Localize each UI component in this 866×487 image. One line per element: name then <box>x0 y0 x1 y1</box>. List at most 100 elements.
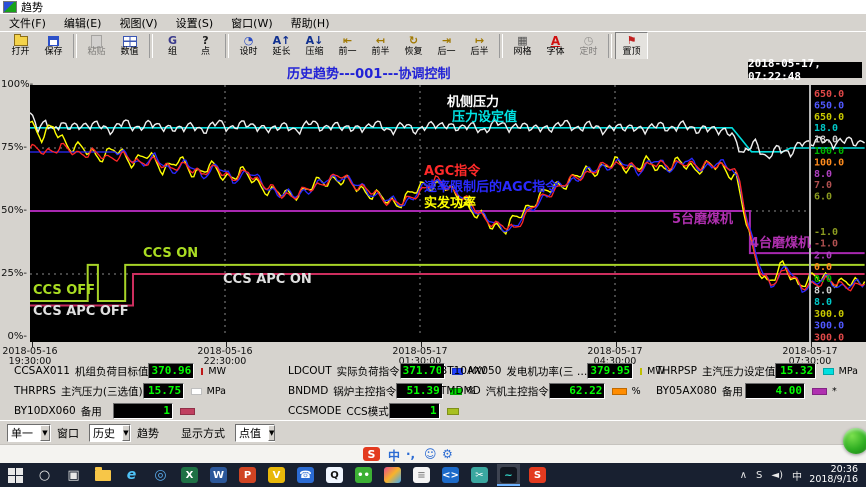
grid-button[interactable]: ▦网格 <box>506 32 539 60</box>
tray-expand-icon[interactable]: ∧ <box>740 470 747 481</box>
right-axis-label: 2.0 <box>814 250 832 261</box>
set-time-icon: ◔ <box>244 35 254 47</box>
compress-icon: A↓ <box>306 35 324 47</box>
v-app-icon[interactable]: V <box>265 464 288 486</box>
toolbar-button-label: 延长 <box>272 47 290 57</box>
right-axis-label: 8.0 <box>814 169 832 180</box>
trend-plot-area[interactable]: 650.0650.0650.018.018.0100.0100.08.07.06… <box>30 85 866 342</box>
chevron-down-icon[interactable]: ▼ <box>40 425 50 441</box>
group-button[interactable]: G组 <box>156 32 189 60</box>
code-app-icon[interactable]: <> <box>439 464 462 486</box>
trend-app-icon[interactable]: ~ <box>497 464 520 486</box>
point-value: 379.95 <box>587 363 633 379</box>
display-mode-dropdown[interactable]: 点值 ▼ <box>235 424 275 442</box>
toolbar-button-label: 数值 <box>120 47 138 57</box>
powerpoint-icon[interactable]: P <box>236 464 259 486</box>
system-tray: ∧ S ◄) 中 <box>740 463 802 487</box>
series-color-swatch <box>447 408 460 415</box>
tray-input-icon[interactable]: 中 <box>792 468 802 483</box>
next-one-button[interactable]: ⇥后一 <box>430 32 463 60</box>
open-icon-shape <box>14 36 28 46</box>
screenshot-app-icon[interactable]: ✂ <box>468 464 491 486</box>
word-icon-badge: W <box>210 467 227 483</box>
right-axis-label: 300.0 <box>814 309 844 320</box>
menu-item[interactable]: 设置(S) <box>167 14 223 32</box>
search-icon[interactable]: ○ <box>33 464 56 486</box>
next-one-icon: ⇥ <box>442 35 451 47</box>
tray-sogou-icon[interactable]: S <box>756 470 762 481</box>
notepad-icon[interactable]: ≡ <box>410 464 433 486</box>
window-type-value: 单一 <box>8 425 40 441</box>
toolbar-button-label: 保存 <box>44 47 62 57</box>
font-button[interactable]: A字体 <box>539 32 572 60</box>
readout-column: THRPSP主汽压力设定值15.32MPaBY05AX080备用4.00* <box>656 361 858 401</box>
series-ccs-apc-state <box>30 274 865 306</box>
save-icon-shape <box>48 36 59 46</box>
task-view-icon[interactable]: ▣ <box>62 464 85 486</box>
point-tag: LDCOUT <box>288 365 332 377</box>
point-button[interactable]: ?点 <box>189 32 222 60</box>
task-view-icon-glyph: ▣ <box>67 469 79 482</box>
chevron-down-icon[interactable]: ▼ <box>268 425 275 441</box>
readout-row: THRPRS主汽压力(三选值)15.75MPa <box>14 381 226 401</box>
window-type-dropdown[interactable]: 单一 ▼ <box>7 424 51 442</box>
ime-sogou-logo[interactable]: S <box>363 447 380 461</box>
point-description: 备用 <box>722 384 745 399</box>
sogou-icon[interactable]: S <box>526 464 549 486</box>
app-icon <box>3 1 17 13</box>
taskbar-clock[interactable]: 20:36 2018/9/16 <box>809 465 858 485</box>
word-icon[interactable]: W <box>207 464 230 486</box>
qq-icon[interactable]: Q <box>323 464 346 486</box>
display-mode-value: 点值 <box>236 425 268 441</box>
ime-toolbox[interactable]: ⚙ <box>442 447 453 461</box>
phone-app-icon[interactable]: ☎ <box>294 464 317 486</box>
series-color-swatch <box>180 408 195 415</box>
point-tag: CCSAX011 <box>14 365 70 377</box>
save-button[interactable]: 保存 <box>37 32 70 60</box>
prev-half-button[interactable]: ↤前半 <box>364 32 397 60</box>
source-dropdown[interactable]: 历史 ▼ <box>89 424 131 442</box>
start-button[interactable] <box>4 464 27 486</box>
tray-volume-icon[interactable]: ◄) <box>771 470 783 481</box>
ime-emoji[interactable]: ☺ <box>424 447 437 461</box>
point-unit: % <box>632 386 656 397</box>
timer-button: ◷定时 <box>572 32 605 60</box>
folder-icon <box>95 470 111 481</box>
prev-one-button[interactable]: ⇤前一 <box>331 32 364 60</box>
accelerator-ball[interactable] <box>843 428 866 454</box>
screenshot-app-icon-badge: ✂ <box>471 467 488 483</box>
excel-icon[interactable]: X <box>178 464 201 486</box>
compress-button[interactable]: A↓压缩 <box>298 32 331 60</box>
numeric-button[interactable]: 数值 <box>113 32 146 60</box>
browser-icon[interactable]: ◎ <box>149 464 172 486</box>
toolbar-button-label: 字体 <box>546 47 564 57</box>
chart-header: 历史趋势---001---协调控制 2018-05-17, 07:22:48 <box>0 59 866 83</box>
open-button[interactable]: 打开 <box>4 32 37 60</box>
right-axis-label: 100.0 <box>814 157 844 168</box>
point-description: 实际负荷指令 <box>337 364 400 379</box>
wechat-icon[interactable]: •• <box>352 464 375 486</box>
set-time-button[interactable]: ◔设时 <box>232 32 265 60</box>
menu-item[interactable]: 视图(V) <box>110 14 166 32</box>
ime-punct[interactable]: ·, <box>406 447 415 461</box>
menu-item[interactable]: 窗口(W) <box>222 14 281 32</box>
toolbar-button-label: 设时 <box>239 47 257 57</box>
menu-item[interactable]: 帮助(H) <box>282 14 339 32</box>
point-tag: BNDMD <box>288 385 328 397</box>
ime-lang-zh[interactable]: 中 <box>388 447 400 464</box>
file-explorer-icon[interactable] <box>91 464 114 486</box>
point-description: 锅炉主控指令 <box>333 384 396 399</box>
right-axis-label: 0.0 <box>814 274 832 285</box>
pin-top-icon: ⚑ <box>627 35 637 47</box>
menu-item[interactable]: 编辑(E) <box>55 14 111 32</box>
edge-browser-icon[interactable]: e <box>120 464 143 486</box>
annotation-压力设定值: 压力设定值 <box>452 106 517 125</box>
restore-button[interactable]: ↻恢复 <box>397 32 430 60</box>
photos-icon[interactable] <box>381 464 404 486</box>
menu-item[interactable]: 文件(F) <box>0 14 55 32</box>
next-half-button[interactable]: ↦后半 <box>463 32 496 60</box>
series-color-swatch <box>812 388 827 395</box>
extend-button[interactable]: A↑延长 <box>265 32 298 60</box>
chevron-down-icon[interactable]: ▼ <box>122 425 130 441</box>
pin-top-button[interactable]: ⚑置顶 <box>615 32 648 60</box>
